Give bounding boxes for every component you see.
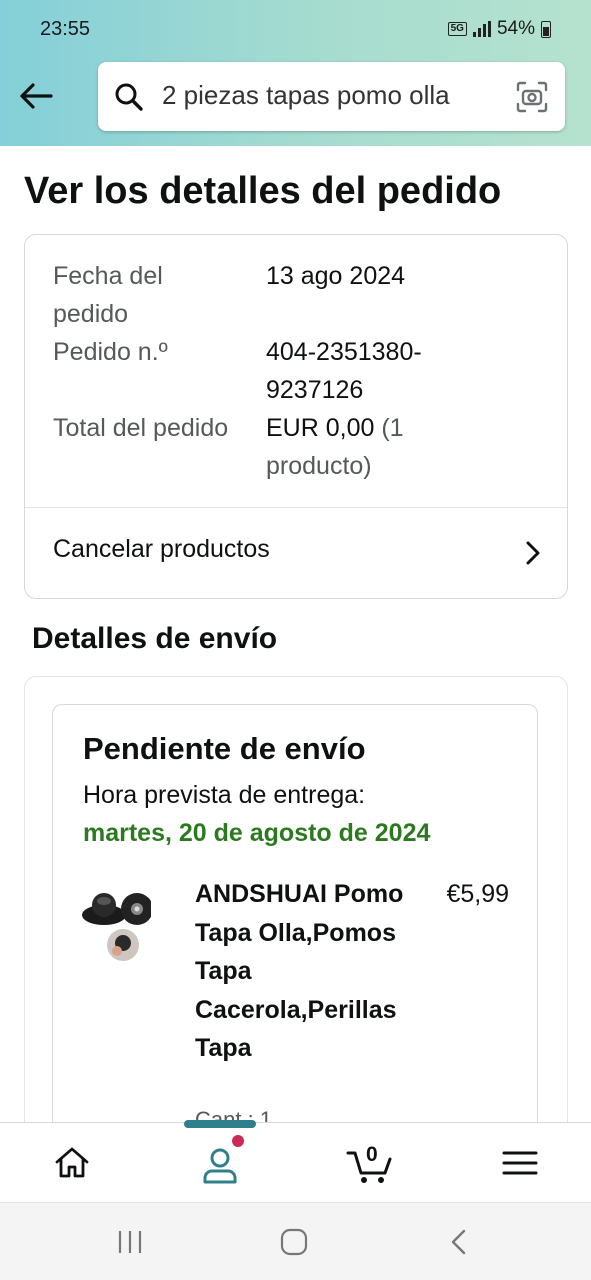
order-number-value: 404-2351380-9237126 [266, 338, 422, 404]
status-bar: 23:55 5G 54% [0, 0, 591, 60]
product-image[interactable] [81, 885, 151, 965]
system-navigation-bar [0, 1202, 591, 1280]
shipment-status: Pendiente de envío [83, 731, 366, 766]
battery-text: 54% [496, 18, 535, 39]
search-icon [115, 83, 143, 111]
network-icon: 5G [447, 22, 467, 36]
status-time: 23:55 [40, 18, 91, 40]
back-arrow-icon[interactable] [18, 78, 54, 114]
page-title: Ver los detalles del pedido [24, 170, 502, 212]
status-icons: 5G 54% [447, 18, 551, 40]
bottom-navigation: 0 [0, 1120, 591, 1202]
cancel-products-label: Cancelar productos [53, 535, 270, 563]
camera-search-icon[interactable] [515, 80, 549, 114]
menu-icon[interactable] [500, 1143, 540, 1183]
recent-apps-icon[interactable] [114, 1227, 146, 1257]
product-price: €5,99 [446, 880, 509, 908]
search-bar[interactable]: 2 piezas tapas pomo olla [98, 62, 565, 131]
order-total-label: Total del pedido [53, 414, 229, 442]
order-summary-card: Fecha del pedido 13 ago 2024 Pedido n.º … [24, 234, 568, 599]
system-back-icon[interactable] [444, 1227, 476, 1257]
order-total: EUR 0,00 (1 producto) [266, 409, 476, 485]
active-tab-indicator [184, 1120, 256, 1128]
shipping-section-title: Detalles de envío [32, 622, 278, 655]
app-header: 23:55 5G 54% 2 piezas tapas pomo olla [0, 0, 591, 146]
account-icon[interactable] [200, 1145, 240, 1185]
home-button-icon[interactable] [278, 1227, 310, 1257]
order-date-value: 13 ago 2024 [266, 262, 406, 290]
delivery-label: Hora prevista de entrega: [83, 781, 366, 809]
shipment-box: Pendiente de envío Hora prevista de entr… [52, 704, 538, 1134]
order-date-label: Fecha del pedido [53, 262, 163, 328]
product-title-link[interactable]: ANDSHUAI Pomo Tapa Olla,Pomos Tapa Cacer… [195, 875, 425, 1068]
cancel-products-button[interactable]: Cancelar productos [25, 508, 567, 598]
cart-count: 0 [366, 1143, 378, 1166]
battery-icon [541, 20, 551, 38]
notification-badge [232, 1135, 244, 1147]
signal-icon [472, 21, 491, 37]
delivery-date: martes, 20 de agosto de 2024 [83, 819, 431, 847]
order-total-value: EUR 0,00 [266, 414, 375, 442]
home-icon[interactable] [52, 1143, 92, 1183]
order-number-label: Pedido n.º [53, 338, 168, 366]
chevron-right-icon [526, 541, 540, 565]
search-input[interactable]: 2 piezas tapas pomo olla [162, 80, 450, 111]
